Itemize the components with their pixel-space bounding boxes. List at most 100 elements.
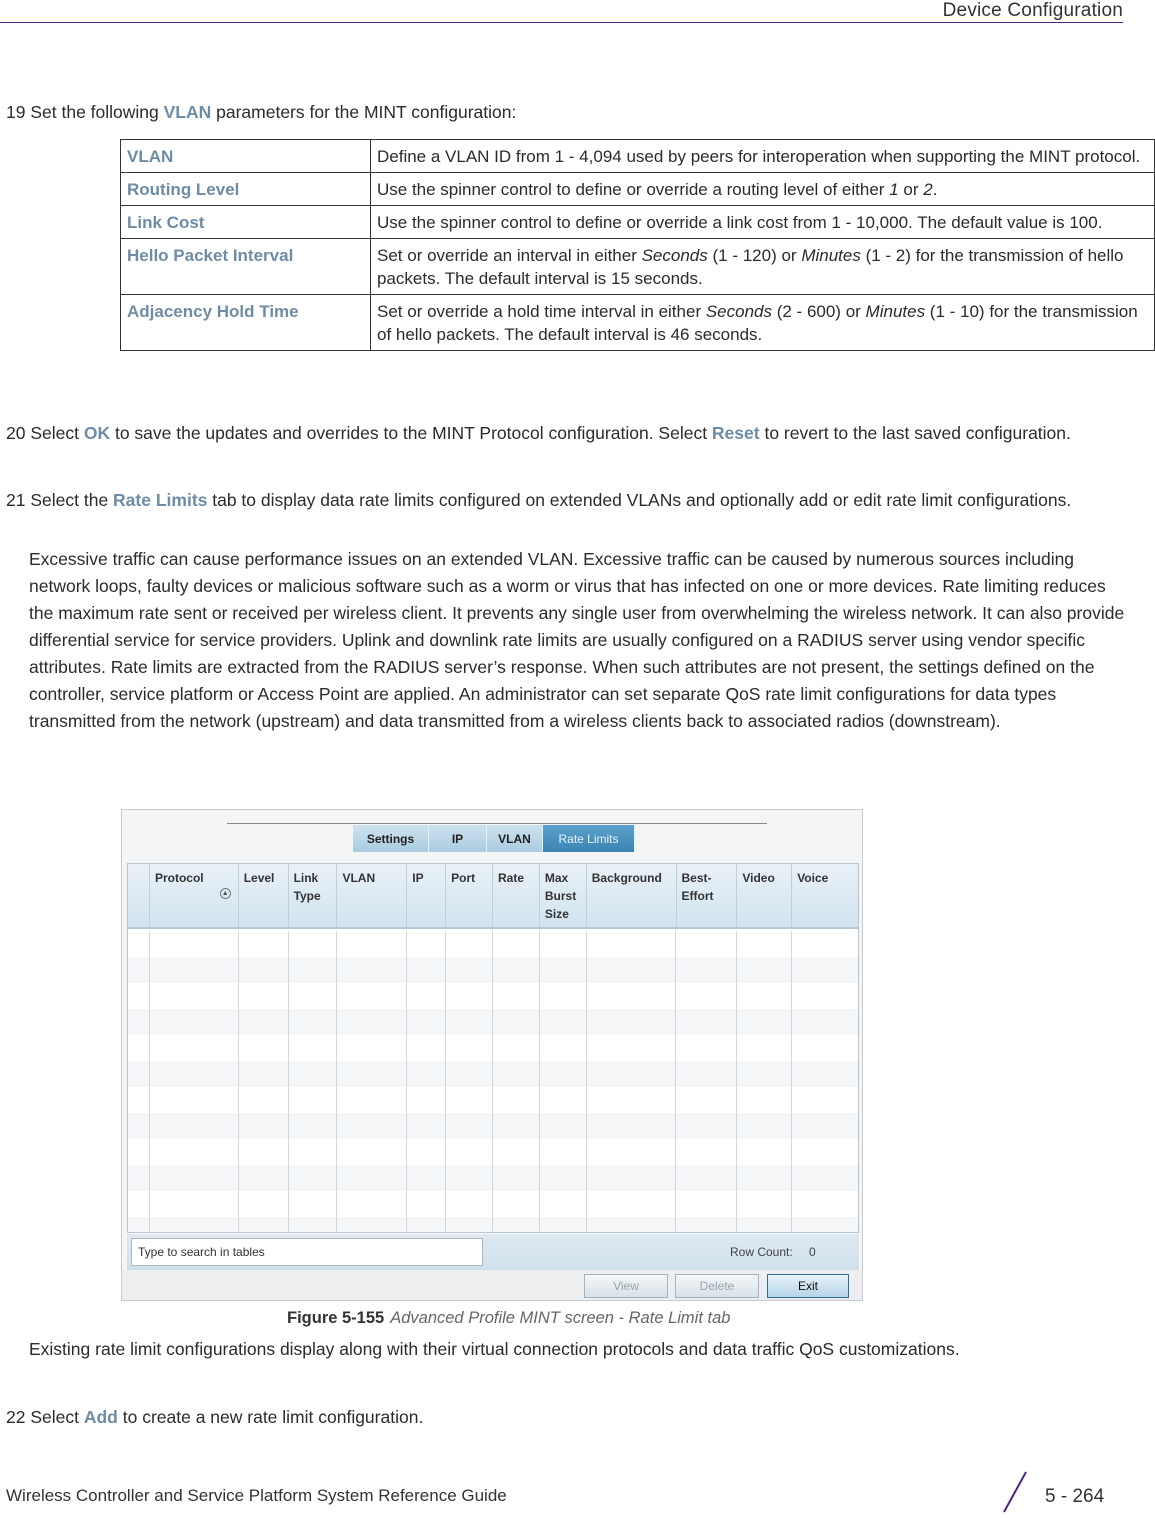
divider	[227, 823, 767, 824]
desc-text: Set or override an interval in either	[377, 246, 642, 265]
exit-button[interactable]: Exit	[767, 1274, 849, 1298]
column-header-level[interactable]: Level	[239, 864, 289, 927]
step-21: 21 Select the Rate Limits tab to display…	[6, 487, 1126, 513]
step-22: 22 Select Add to create a new rate limit…	[6, 1404, 423, 1430]
column-cell	[676, 931, 738, 1232]
delete-button[interactable]: Delete	[675, 1274, 759, 1298]
step-text: Set the following	[30, 102, 164, 122]
row-count-value: 0	[809, 1245, 816, 1259]
column-header-link-type[interactable]: Link Type	[289, 864, 338, 927]
sort-ascending-icon[interactable]: ▲	[219, 888, 231, 899]
column-cell	[150, 931, 239, 1232]
desc-italic: 1	[889, 180, 899, 199]
tab-ip[interactable]: IP	[429, 825, 487, 852]
desc-italic: Minutes	[801, 246, 861, 265]
column-header-ip[interactable]: IP	[407, 864, 447, 927]
desc-italic: Minutes	[865, 302, 926, 321]
param-term: VLAN	[120, 139, 371, 173]
table-search-input[interactable]: Type to search in tables	[131, 1238, 483, 1266]
step-text: Select	[30, 423, 84, 443]
column-header-video[interactable]: Video	[737, 864, 793, 927]
step-text: to create a new rate limit configuration…	[117, 1407, 424, 1427]
body-paragraph: Excessive traffic can cause performance …	[29, 549, 1125, 731]
step-text: to save the updates and overrides to the…	[110, 423, 712, 443]
column-cell	[239, 931, 289, 1232]
keyword-ok: OK	[83, 423, 111, 443]
body-paragraph: Existing rate limit configurations displ…	[29, 1339, 960, 1359]
param-term: Link Cost	[120, 205, 371, 239]
table-row: VLAN Define a VLAN ID from 1 - 4,094 use…	[120, 139, 1155, 173]
page-number: 5 - 264	[1045, 1486, 1105, 1507]
param-term: Hello Packet Interval	[120, 238, 371, 295]
column-header-vlan[interactable]: VLAN	[337, 864, 408, 927]
desc-text: (2 - 600) or	[772, 302, 866, 321]
step-19: 19 Set the following VLAN parameters for…	[6, 99, 516, 125]
desc-text: (1 - 120) or	[707, 246, 802, 265]
keyword-reset: Reset	[711, 423, 760, 443]
step-number: 19	[6, 102, 26, 122]
figure-label: Figure 5-155	[287, 1309, 385, 1327]
param-description: Set or override an interval in either Se…	[370, 238, 1155, 295]
param-term: Adjacency Hold Time	[120, 294, 371, 351]
step-text: to revert to the last saved configuratio…	[759, 423, 1071, 443]
step-number: 21	[6, 490, 26, 510]
tab-settings[interactable]: Settings	[353, 825, 429, 852]
column-header-background[interactable]: Background	[587, 864, 677, 927]
param-term: Routing Level	[120, 172, 371, 206]
column-cell	[337, 931, 408, 1232]
column-label: Protocol	[154, 871, 204, 885]
table-footer: Type to search in tables Row Count: 0	[127, 1234, 859, 1270]
step-20: 20 Select OK to save the updates and ove…	[6, 420, 1126, 446]
table-row: Link Cost Use the spinner control to def…	[120, 205, 1155, 239]
desc-italic: 2	[923, 180, 933, 199]
column-cell	[587, 931, 677, 1232]
column-header-best-effort[interactable]: Best-Effort	[677, 864, 738, 927]
column-cell	[128, 931, 150, 1232]
column-cell	[446, 931, 493, 1232]
desc-italic: Seconds	[641, 246, 708, 265]
column-cell	[540, 931, 587, 1232]
table-body	[128, 931, 858, 1232]
table-row: Adjacency Hold Time Set or override a ho…	[120, 294, 1155, 351]
column-header-voice[interactable]: Voice	[792, 864, 858, 927]
table-row: Hello Packet Interval Set or override an…	[120, 238, 1155, 295]
rate-limit-screenshot: Settings IP VLAN Rate Limits Protocol ▲ L…	[121, 809, 863, 1301]
page-header-title: Device Configuration	[942, 0, 1123, 21]
tab-rate-limits[interactable]: Rate Limits	[543, 825, 635, 852]
row-count-label: Row Count:	[730, 1245, 793, 1259]
tab-vlan[interactable]: VLAN	[487, 825, 543, 852]
table-header: Protocol ▲ Level Link Type VLAN IP Port R…	[128, 864, 858, 929]
view-button[interactable]: View	[584, 1274, 668, 1298]
step-number: 22	[6, 1407, 26, 1427]
figure-title: Advanced Profile MINT screen - Rate Limi…	[390, 1309, 731, 1327]
param-description: Define a VLAN ID from 1 - 4,094 used by …	[370, 139, 1155, 173]
column-cell	[792, 931, 858, 1232]
column-header-port[interactable]: Port	[446, 864, 494, 927]
step-text: tab to display data rate limits configur…	[207, 490, 1072, 510]
column-header-rate[interactable]: Rate	[493, 864, 540, 927]
desc-text: Set or override a hold time interval in …	[377, 302, 706, 321]
desc-italic: Seconds	[705, 302, 772, 321]
column-header-select	[128, 864, 150, 927]
column-cell	[407, 931, 447, 1232]
keyword-rate-limits: Rate Limits	[113, 490, 208, 510]
rate-limits-table: Protocol ▲ Level Link Type VLAN IP Port R…	[127, 863, 859, 1233]
column-cell	[737, 931, 793, 1232]
param-description: Set or override a hold time interval in …	[370, 294, 1155, 351]
column-cell	[289, 931, 338, 1232]
header-rule	[0, 22, 1123, 23]
keyword-add: Add	[83, 1407, 118, 1427]
vlan-parameters-table: VLAN Define a VLAN ID from 1 - 4,094 use…	[120, 139, 1155, 351]
param-description: Use the spinner control to define or ove…	[370, 205, 1155, 239]
footer-guide-title: Wireless Controller and Service Platform…	[6, 1486, 507, 1505]
step-text: Select	[30, 1407, 84, 1427]
button-bar: View Delete Exit	[122, 1270, 862, 1300]
desc-text: or	[898, 180, 924, 199]
desc-text: .	[932, 180, 938, 199]
column-header-max-burst-size[interactable]: Max Burst Size	[540, 864, 587, 927]
column-cell	[493, 931, 540, 1232]
keyword-vlan: VLAN	[163, 102, 212, 122]
footer-slash-icon	[1003, 1471, 1027, 1513]
column-header-protocol[interactable]: Protocol ▲	[150, 864, 239, 927]
figure-caption: Figure 5-155 Advanced Profile MINT screen…	[0, 1309, 1155, 1328]
